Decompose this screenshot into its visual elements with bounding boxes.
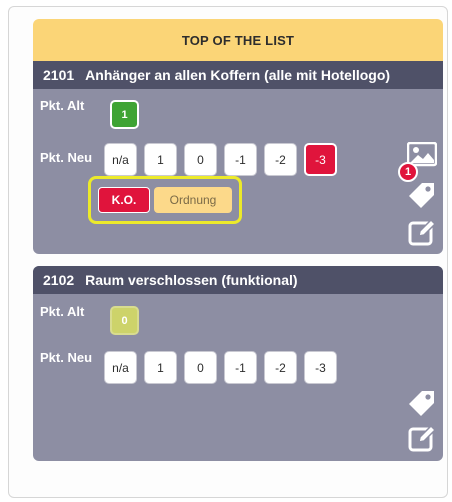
item-header: 2102 Raum verschlossen (funktional): [33, 266, 443, 294]
item-title: Anhänger an allen Koffern (alle mit Hote…: [85, 67, 391, 83]
item-number: 2101: [43, 67, 75, 83]
item-header: 2101 Anhänger an allen Koffern (alle mit…: [33, 61, 443, 89]
pkt-alt-label: Pkt. Alt: [40, 98, 85, 113]
score-button-minus2[interactable]: -2: [264, 351, 297, 384]
score-button-minus1[interactable]: -1: [224, 351, 257, 384]
score-button-0[interactable]: 0: [184, 351, 217, 384]
score-button-1[interactable]: 1: [144, 143, 177, 176]
image-count-badge: 1: [398, 162, 418, 182]
tag-icon[interactable]: [408, 181, 436, 209]
score-button-minus3[interactable]: -3: [304, 143, 337, 176]
item-title: Raum verschlossen (funktional): [85, 272, 298, 288]
ordnung-button[interactable]: Ordnung: [154, 187, 232, 213]
score-button-1[interactable]: 1: [144, 351, 177, 384]
score-buttons: n/a 1 0 -1 -2 -3: [104, 143, 337, 176]
score-button-minus1[interactable]: -1: [224, 143, 257, 176]
score-button-minus2[interactable]: -2: [264, 143, 297, 176]
pkt-alt-value: 0: [110, 306, 139, 335]
pkt-neu-label: Pkt. Neu: [40, 150, 93, 165]
score-buttons: n/a 1 0 -1 -2 -3: [104, 351, 337, 384]
tag-icon[interactable]: [408, 389, 436, 417]
score-button-0[interactable]: 0: [184, 143, 217, 176]
pkt-alt-value: 1: [110, 100, 139, 129]
ko-order-highlight: K.O. Ordnung: [88, 176, 242, 224]
edit-icon[interactable]: [408, 424, 437, 452]
score-button-na[interactable]: n/a: [104, 143, 137, 176]
pkt-neu-label: Pkt. Neu: [40, 350, 93, 365]
score-button-minus3[interactable]: -3: [304, 351, 337, 384]
pkt-alt-label: Pkt. Alt: [40, 304, 85, 319]
ko-button[interactable]: K.O.: [98, 187, 150, 213]
score-button-na[interactable]: n/a: [104, 351, 137, 384]
item-number: 2102: [43, 272, 75, 288]
edit-icon[interactable]: [408, 218, 437, 246]
top-of-list-banner: TOP OF THE LIST: [33, 19, 443, 61]
